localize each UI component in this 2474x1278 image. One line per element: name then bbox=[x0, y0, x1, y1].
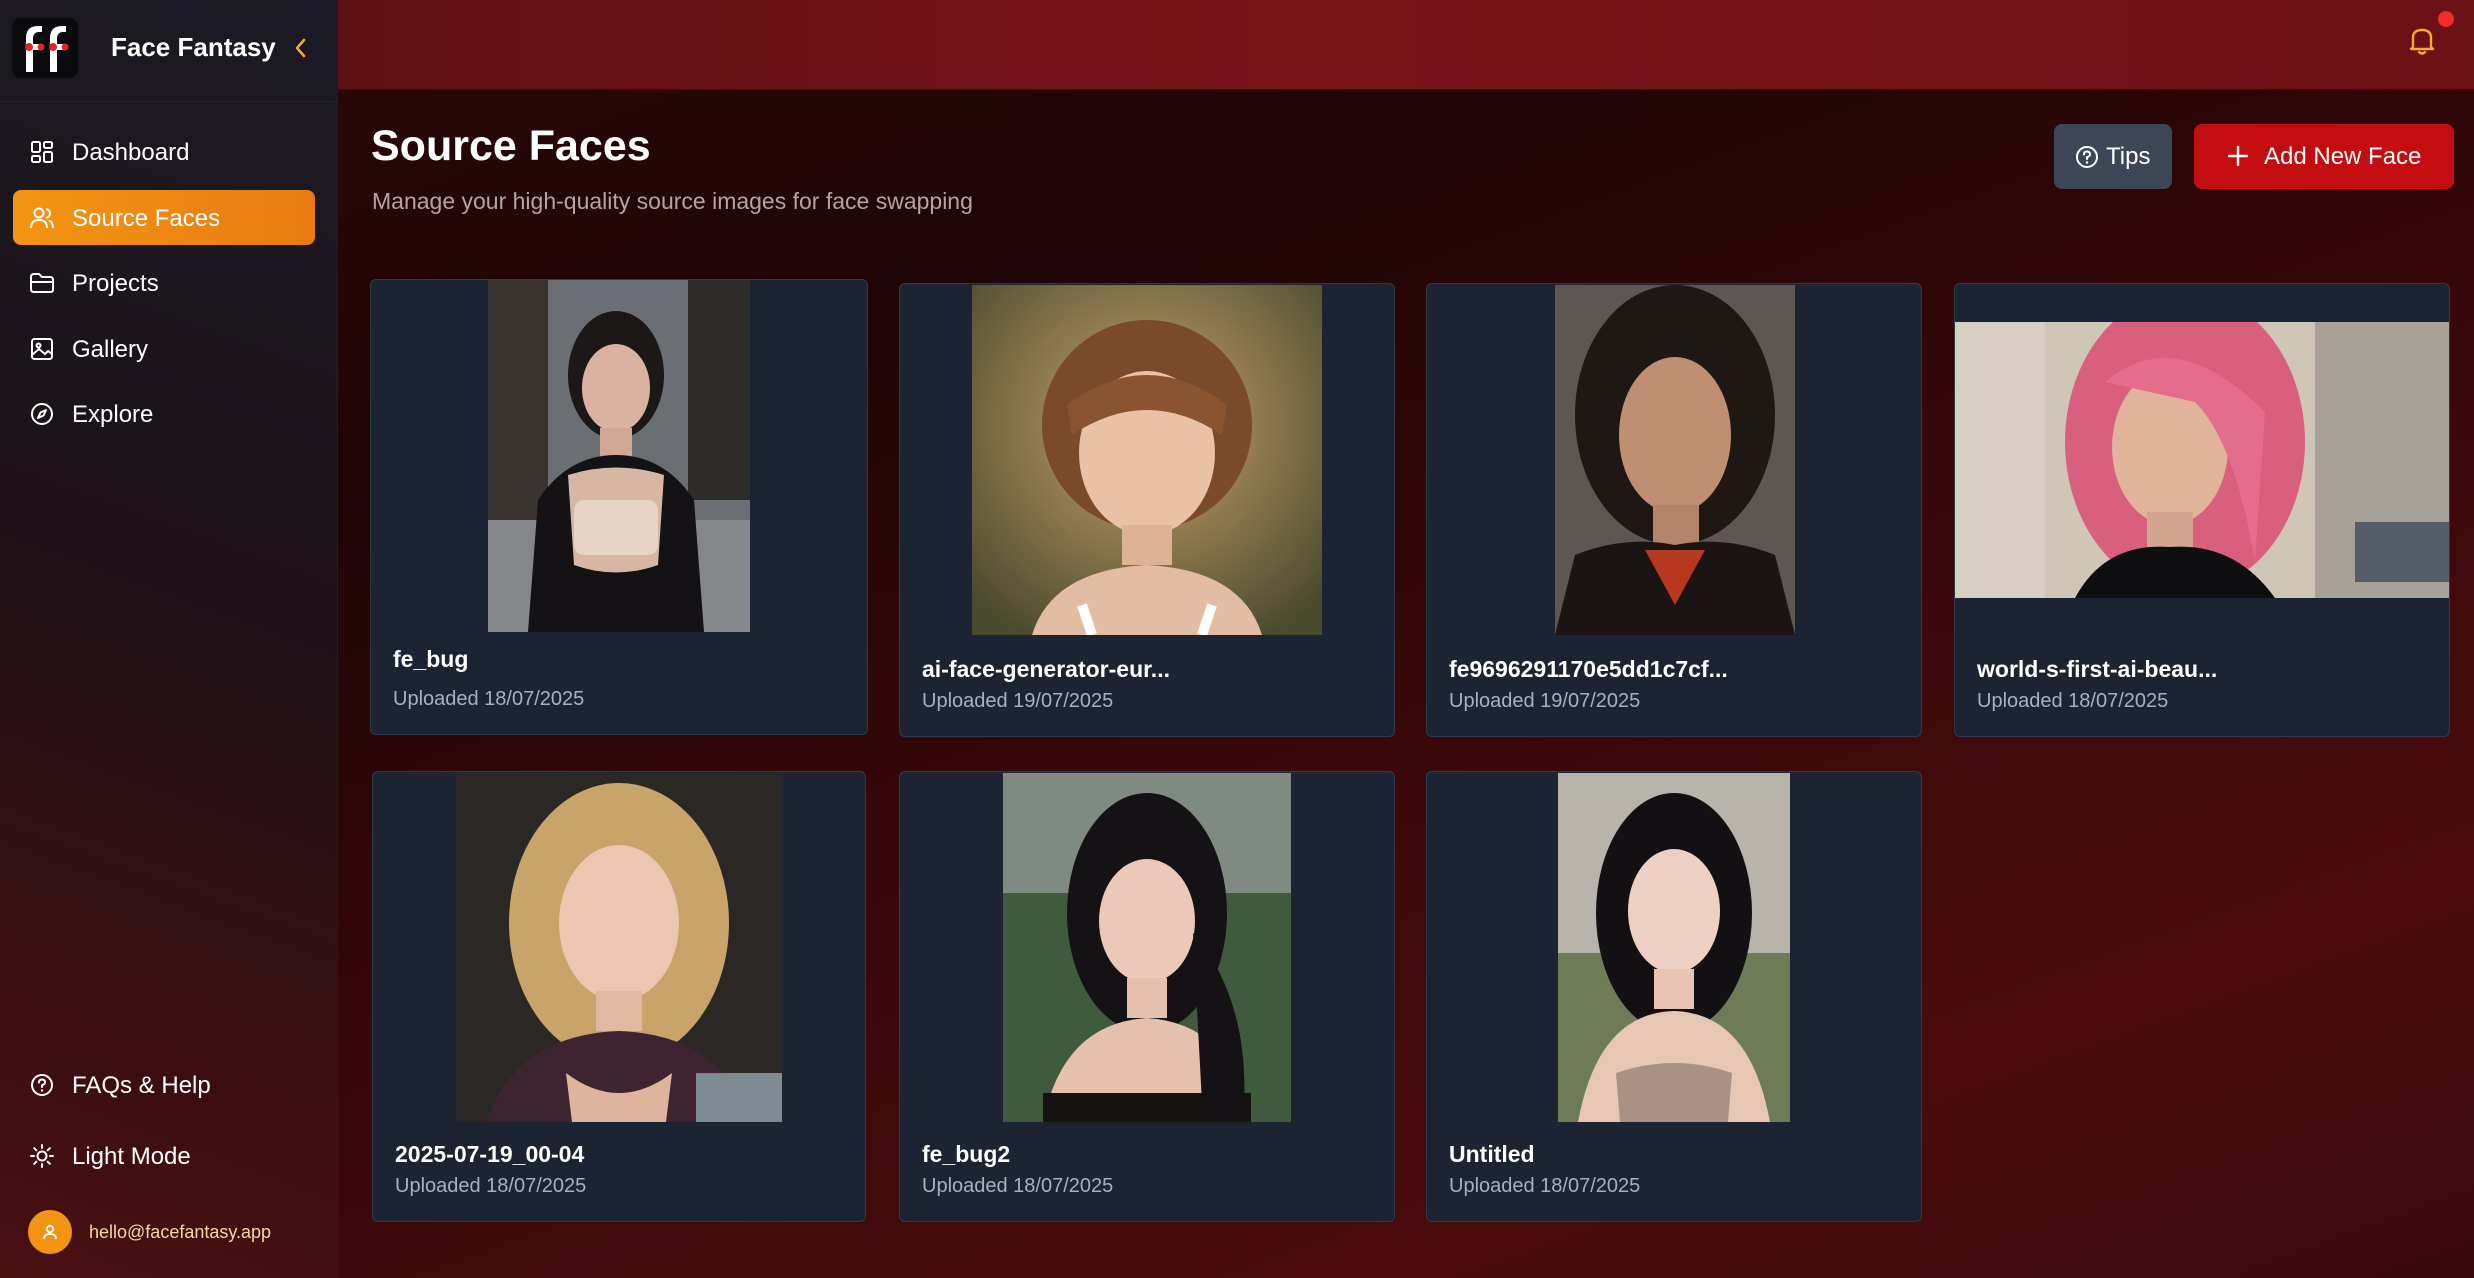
face-card[interactable]: 2025-07-19_00-04 Uploaded 18/07/2025 bbox=[372, 771, 866, 1222]
face-card[interactable]: fe_bug Uploaded 18/07/2025 bbox=[370, 279, 868, 735]
face-upload-date: Uploaded 18/07/2025 bbox=[395, 1175, 587, 1197]
top-bar bbox=[338, 0, 2474, 90]
add-new-face-button[interactable]: Add New Face bbox=[2194, 124, 2454, 189]
avatar bbox=[28, 1210, 72, 1254]
user-email: hello@facefantasy.app bbox=[89, 1222, 272, 1242]
face-upload-date: Uploaded 19/07/2025 bbox=[922, 690, 1114, 712]
face-title: fe_bug2 bbox=[922, 1141, 1011, 1167]
face-upload-date: Uploaded 18/07/2025 bbox=[393, 688, 585, 710]
face-card[interactable]: fe_bug2 Uploaded 18/07/2025 bbox=[899, 771, 1395, 1222]
brand-header: Face Fantasy bbox=[0, 0, 338, 102]
face-card[interactable]: ai-face-generator-eur... Uploaded 19/07/… bbox=[899, 283, 1395, 737]
sidebar-item-label: Dashboard bbox=[72, 139, 190, 166]
sidebar-item-label: Projects bbox=[72, 270, 159, 297]
face-thumbnail bbox=[1003, 773, 1291, 1122]
image-icon bbox=[31, 338, 53, 360]
chevron-left-icon bbox=[295, 38, 306, 58]
face-upload-date: Uploaded 18/07/2025 bbox=[1977, 690, 2169, 712]
sidebar-item-label: Gallery bbox=[72, 336, 149, 363]
face-title: world-s-first-ai-beau... bbox=[1977, 656, 2218, 682]
face-thumbnail bbox=[972, 285, 1322, 635]
face-thumbnail bbox=[1555, 285, 1795, 635]
sidebar-item-label: Explore bbox=[72, 401, 154, 428]
sidebar-item-source-faces[interactable]: Source Faces bbox=[13, 190, 315, 245]
notification-badge bbox=[2438, 11, 2454, 27]
collapse-sidebar-button[interactable] bbox=[286, 32, 316, 64]
theme-toggle-label: Light Mode bbox=[72, 1143, 191, 1170]
page-subtitle: Manage your high-quality source images f… bbox=[372, 188, 973, 214]
user-account[interactable]: hello@facefantasy.app bbox=[28, 1210, 318, 1256]
face-title: ai-face-generator-eur... bbox=[922, 656, 1170, 682]
face-thumbnail bbox=[456, 773, 782, 1122]
add-new-face-label: Add New Face bbox=[2264, 143, 2422, 170]
compass-icon bbox=[31, 403, 53, 425]
faqs-help-label: FAQs & Help bbox=[72, 1072, 211, 1099]
sidebar: Face Fantasy Dashboard Source Faces Proj… bbox=[0, 0, 338, 1278]
app-name: Face Fantasy bbox=[111, 32, 276, 62]
main-content: Source Faces Manage your high-quality so… bbox=[338, 0, 2474, 1278]
face-title: 2025-07-19_00-04 bbox=[395, 1141, 585, 1167]
theme-toggle[interactable]: Light Mode bbox=[13, 1131, 315, 1181]
face-title: fe_bug bbox=[393, 646, 469, 672]
users-icon bbox=[30, 207, 54, 229]
face-thumbnail bbox=[1558, 773, 1790, 1122]
help-circle-icon bbox=[2076, 146, 2098, 168]
page-title: Source Faces bbox=[371, 122, 651, 170]
face-card[interactable]: world-s-first-ai-beau... Uploaded 18/07/… bbox=[1954, 283, 2450, 737]
sidebar-item-projects[interactable]: Projects bbox=[13, 255, 315, 310]
face-upload-date: Uploaded 18/07/2025 bbox=[1449, 1175, 1641, 1197]
face-title: Untitled bbox=[1449, 1141, 1535, 1167]
face-thumbnail bbox=[1955, 322, 2449, 598]
face-upload-date: Uploaded 19/07/2025 bbox=[1449, 690, 1641, 712]
notification-bell-icon[interactable] bbox=[2404, 22, 2440, 58]
sidebar-item-gallery[interactable]: Gallery bbox=[13, 321, 315, 376]
folder-icon bbox=[30, 273, 54, 293]
face-upload-date: Uploaded 18/07/2025 bbox=[922, 1175, 1114, 1197]
app-logo[interactable] bbox=[12, 18, 78, 78]
user-icon bbox=[43, 1224, 57, 1240]
faqs-help-link[interactable]: FAQs & Help bbox=[13, 1060, 315, 1110]
sidebar-item-explore[interactable]: Explore bbox=[13, 386, 315, 441]
tips-label: Tips bbox=[2106, 143, 2151, 170]
sidebar-item-label: Source Faces bbox=[72, 205, 221, 232]
face-thumbnail bbox=[488, 280, 750, 632]
sun-icon bbox=[30, 1144, 54, 1168]
dashboard-icon bbox=[31, 141, 53, 163]
sidebar-item-dashboard[interactable]: Dashboard bbox=[13, 124, 315, 179]
help-circle-icon bbox=[31, 1074, 53, 1096]
face-card[interactable]: fe9696291170e5dd1c7cf... Uploaded 19/07/… bbox=[1426, 283, 1922, 737]
plus-icon bbox=[2227, 145, 2249, 167]
face-title: fe9696291170e5dd1c7cf... bbox=[1449, 656, 1728, 682]
tips-button[interactable]: Tips bbox=[2054, 124, 2172, 189]
face-card[interactable]: Untitled Uploaded 18/07/2025 bbox=[1426, 771, 1922, 1222]
